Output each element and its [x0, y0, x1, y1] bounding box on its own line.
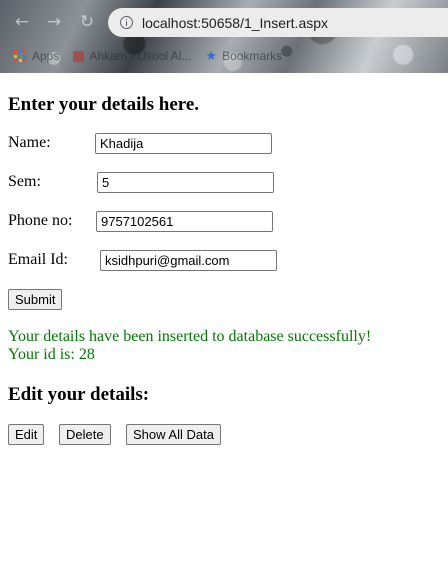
page-content: Enter your details here. Name: Sem: Phon… [0, 73, 448, 567]
email-label: Email Id: [8, 251, 68, 268]
name-label: Name: [8, 134, 51, 151]
browser-toolbar: ← → ↻ localhost:50658/1_Insert.aspx Apps… [0, 0, 448, 73]
phone-label: Phone no: [8, 212, 73, 229]
name-input[interactable] [95, 133, 272, 154]
star-icon: ★ [205, 48, 218, 64]
form-heading: Enter your details here. [8, 94, 200, 115]
back-arrow-icon[interactable]: ← [11, 11, 33, 33]
email-input[interactable] [100, 250, 277, 271]
sem-input[interactable] [97, 172, 274, 193]
show-all-data-button[interactable]: Show All Data [126, 424, 221, 445]
bookmark-label: Apps [32, 49, 60, 63]
delete-button[interactable]: Delete [59, 424, 111, 445]
info-icon[interactable] [120, 16, 133, 29]
bookmark-ahkam[interactable]: Ahkam - Usool Al... [73, 49, 191, 63]
bookmark-bookmarks[interactable]: ★ Bookmarks [205, 49, 282, 64]
bookmark-label: Ahkam - Usool Al... [89, 49, 192, 63]
forward-arrow-icon[interactable]: → [43, 11, 65, 33]
bookmark-label: Bookmarks [222, 49, 283, 63]
apps-grid-icon [14, 50, 26, 62]
edit-button[interactable]: Edit [8, 424, 45, 445]
sem-label: Sem: [8, 173, 41, 190]
phone-input[interactable] [96, 211, 273, 232]
bookmark-apps[interactable]: Apps [14, 49, 59, 63]
reload-icon[interactable]: ↻ [76, 11, 98, 33]
edit-heading: Edit your details: [8, 384, 150, 405]
success-message: Your details have been inserted to datab… [8, 328, 372, 345]
inserted-id: Your id is: 28 [8, 346, 95, 363]
bookmarks-bar: Apps Ahkam - Usool Al... ★ Bookmarks [14, 47, 296, 65]
submit-button[interactable]: Submit [8, 289, 63, 310]
bookmark-favicon-icon [73, 50, 85, 62]
address-url: localhost:50658/1_Insert.aspx [142, 14, 329, 31]
address-bar[interactable]: localhost:50658/1_Insert.aspx [108, 8, 448, 37]
